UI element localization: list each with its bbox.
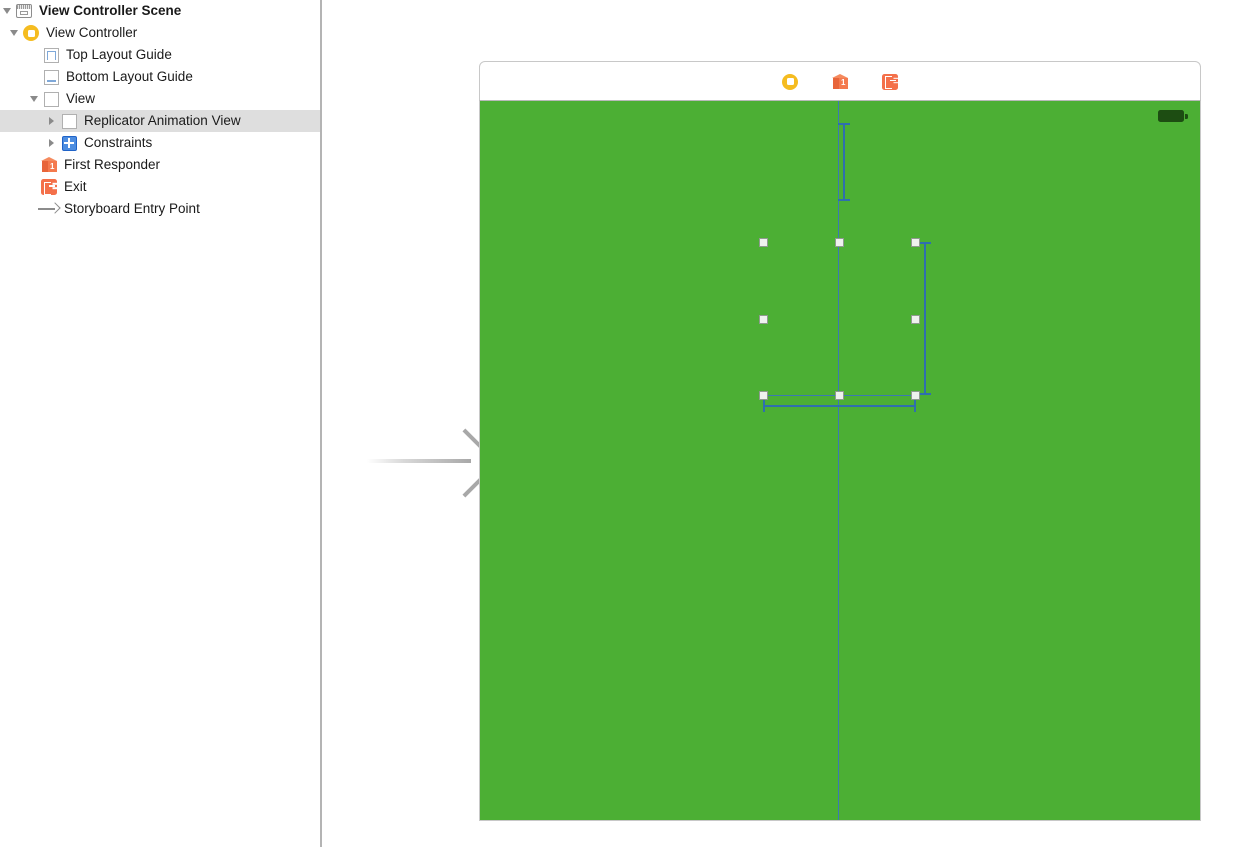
handle-middle-right[interactable]: [910, 314, 920, 324]
row-icon-slot: [13, 0, 35, 22]
first-responder-icon: 1: [41, 157, 57, 173]
chevron-down-icon[interactable]: [7, 22, 20, 44]
chevron-right-icon[interactable]: [45, 110, 58, 132]
view-icon: [43, 91, 59, 107]
row-icon-slot: 1: [38, 154, 60, 176]
outline-row-view-controller[interactable]: View Controller: [0, 22, 320, 44]
outline-row-first-responder[interactable]: 1 First Responder: [0, 154, 320, 176]
twisty-placeholder: [25, 198, 38, 220]
handle-top-left[interactable]: [758, 237, 768, 247]
outline-row-label: View Controller Scene: [39, 3, 182, 18]
outline-tree[interactable]: View Controller Scene View Controller Top …: [0, 0, 320, 220]
entry-point-arrow-icon: [38, 201, 60, 217]
row-icon-slot: [38, 176, 60, 198]
view-controller-icon[interactable]: [779, 71, 801, 93]
outline-row-storyboard-entry-point[interactable]: Storyboard Entry Point: [0, 198, 320, 220]
handle-top-center[interactable]: [834, 237, 844, 247]
outline-row-label: Bottom Layout Guide: [66, 69, 193, 84]
constraint-width: [763, 401, 916, 411]
outline-row-label: Exit: [64, 179, 87, 194]
storyboard-entry-point-arrow[interactable]: [367, 428, 485, 498]
constraint-top-spacing: [839, 123, 849, 201]
bottom-layout-guide-icon: [43, 69, 59, 85]
scene-icon: [16, 4, 32, 18]
view-controller-icon: [23, 25, 39, 41]
view-icon: [61, 113, 77, 129]
document-outline-panel: View Controller Scene View Controller Top …: [0, 0, 320, 847]
row-icon-slot: [40, 66, 62, 88]
outline-row-view-controller-scene[interactable]: View Controller Scene: [0, 0, 320, 22]
outline-row-label: View Controller: [46, 25, 138, 40]
outline-row-view[interactable]: View: [0, 88, 320, 110]
outline-row-label: Top Layout Guide: [66, 47, 172, 62]
outline-row-label: View: [66, 91, 96, 106]
outline-row-replicator-animation-view[interactable]: Replicator Animation View: [0, 110, 320, 132]
twisty-placeholder: [25, 176, 38, 198]
exit-icon: [41, 179, 57, 195]
outline-row-top-layout-guide[interactable]: Top Layout Guide: [0, 44, 320, 66]
top-layout-guide-icon: [43, 47, 59, 63]
handle-bottom-center[interactable]: [834, 390, 844, 400]
battery-icon: [1158, 110, 1188, 122]
outline-row-label: First Responder: [64, 157, 161, 172]
twisty-placeholder: [27, 44, 40, 66]
exit-icon[interactable]: [879, 71, 901, 93]
handle-bottom-right[interactable]: [910, 390, 920, 400]
row-icon-slot: [20, 22, 42, 44]
entry-arrow-shaft: [367, 459, 471, 463]
handle-top-right[interactable]: [910, 237, 920, 247]
handle-bottom-left[interactable]: [758, 390, 768, 400]
outline-row-constraints[interactable]: Constraints: [0, 132, 320, 154]
row-icon-slot: [38, 198, 60, 220]
twisty-placeholder: [25, 154, 38, 176]
root-view[interactable]: [479, 100, 1201, 821]
twisty-placeholder: [27, 66, 40, 88]
handle-middle-left[interactable]: [758, 314, 768, 324]
chevron-down-icon[interactable]: [27, 88, 40, 110]
outline-row-label: Storyboard Entry Point: [64, 201, 200, 216]
chevron-right-icon[interactable]: [45, 132, 58, 154]
xcode-interface-builder-window: View Controller Scene View Controller Top …: [0, 0, 1252, 847]
row-icon-slot: [58, 110, 80, 132]
constraint-height: [920, 242, 930, 395]
storyboard-canvas[interactable]: 1: [322, 0, 1252, 847]
outline-row-label: Replicator Animation View: [84, 113, 241, 128]
constraints-icon: [61, 135, 77, 151]
row-icon-slot: [58, 132, 80, 154]
scene-dock[interactable]: 1: [479, 61, 1201, 102]
outline-row-label: Constraints: [84, 135, 153, 150]
first-responder-icon[interactable]: 1: [829, 71, 851, 93]
row-icon-slot: [40, 88, 62, 110]
outline-row-exit[interactable]: Exit: [0, 176, 320, 198]
vertical-center-guide: [838, 101, 840, 820]
row-icon-slot: [40, 44, 62, 66]
chevron-down-icon[interactable]: [0, 0, 13, 22]
view-controller-scene[interactable]: 1: [479, 61, 1201, 821]
outline-row-bottom-layout-guide[interactable]: Bottom Layout Guide: [0, 66, 320, 88]
